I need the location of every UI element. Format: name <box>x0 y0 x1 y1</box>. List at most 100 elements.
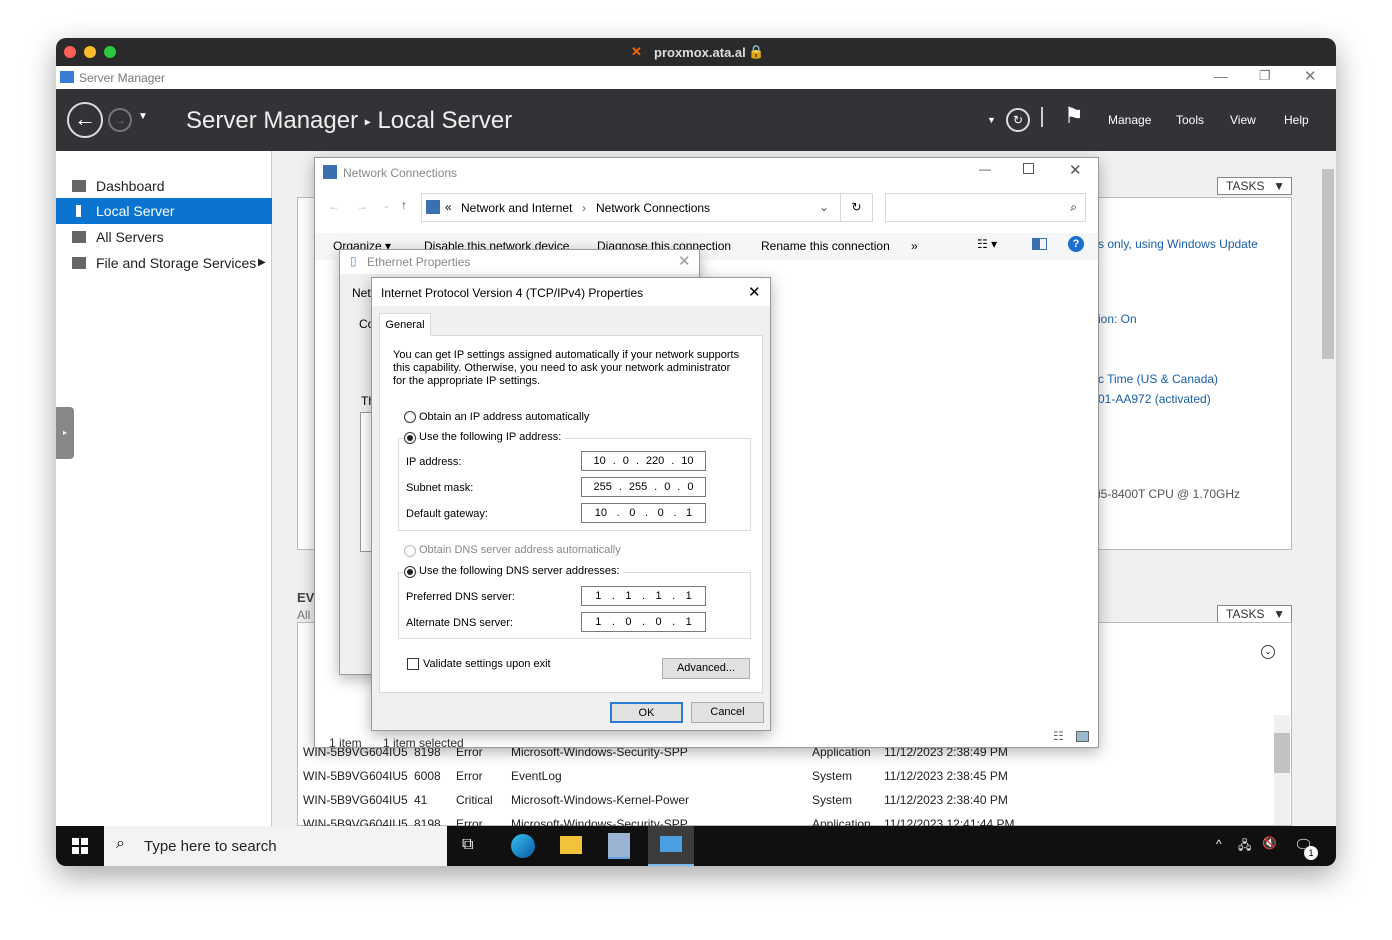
minimize-button[interactable]: — <box>979 162 991 176</box>
ip-octet[interactable]: 10 <box>681 455 693 467</box>
timezone-link[interactable]: c Time (US & Canada) <box>1098 372 1218 386</box>
back-button[interactable]: ← <box>67 102 103 138</box>
network-connections-taskbar-icon[interactable] <box>648 826 694 866</box>
obtain-dns-label[interactable]: Obtain DNS server address automatically <box>419 544 621 556</box>
restore-button[interactable]: ❐ <box>1259 68 1271 84</box>
address-bar[interactable]: « Network and Internet › Network Connect… <box>421 193 873 222</box>
use-dns-radio[interactable] <box>404 566 416 578</box>
view-options-icon[interactable]: ☷ ▾ <box>977 237 997 251</box>
ip-octet[interactable]: 10 <box>593 455 605 467</box>
ip-octet[interactable]: 0 <box>625 616 631 628</box>
expand-icon[interactable]: ⌄ <box>1261 645 1275 659</box>
close-dot[interactable] <box>64 46 76 58</box>
breadcrumb-root[interactable]: Server Manager <box>186 107 358 134</box>
ip-octet[interactable]: 0 <box>687 481 693 493</box>
subnet-mask-field[interactable]: 255. 255. 0. 0 <box>581 477 706 497</box>
forward-nav[interactable]: → <box>356 199 368 213</box>
obtain-ip-label[interactable]: Obtain an IP address automatically <box>419 411 589 423</box>
ip-octet[interactable]: 1 <box>625 590 631 602</box>
details-view-icon[interactable]: ☷ <box>1053 729 1064 743</box>
file-explorer-icon[interactable] <box>560 836 582 854</box>
ip-octet[interactable]: 0 <box>629 507 635 519</box>
search-box[interactable]: ⌕ Type here to search <box>104 826 447 866</box>
maximize-button[interactable] <box>1023 163 1034 174</box>
ip-address-field[interactable]: 10. 0. 220. 10 <box>581 451 706 471</box>
notifications-flag-icon[interactable]: ⚑ <box>1064 103 1084 129</box>
close-button[interactable]: ✕ <box>1304 67 1317 85</box>
minimize-button[interactable]: — <box>1214 68 1228 84</box>
sidebar-toggle-handle[interactable]: ▸ <box>56 407 74 459</box>
back-nav[interactable]: ← <box>328 199 340 213</box>
ip-octet[interactable]: 0 <box>623 455 629 467</box>
events-tasks-button[interactable]: TASKS ▼ <box>1217 605 1292 623</box>
event-row[interactable]: WIN-5B9VG604IU5 41 Critical Microsoft-Windo… <box>303 793 1273 811</box>
obtain-ip-radio[interactable] <box>404 411 416 423</box>
ip-octet[interactable]: 255 <box>629 481 647 493</box>
alternate-dns-field[interactable]: 1. 0. 0. 1 <box>581 612 706 632</box>
use-dns-label[interactable]: Use the following DNS server addresses: <box>419 565 623 577</box>
ip-octet[interactable]: 0 <box>664 481 670 493</box>
tiles-view-icon[interactable] <box>1076 731 1089 742</box>
preview-pane-icon[interactable] <box>1032 238 1047 250</box>
start-button[interactable] <box>72 838 88 854</box>
ip-octet[interactable]: 1 <box>655 590 661 602</box>
ip-octet[interactable]: 1 <box>686 507 692 519</box>
show-hidden-icons[interactable]: ^ <box>1216 837 1222 851</box>
menu-help[interactable]: Help <box>1284 113 1309 127</box>
use-ip-radio[interactable] <box>404 432 416 444</box>
recent-dropdown[interactable]: ⌄ <box>383 201 390 210</box>
ok-button[interactable]: OK <box>610 702 683 723</box>
ip-octet[interactable]: 10 <box>595 507 607 519</box>
refresh-icon[interactable]: ↻ <box>1006 108 1030 132</box>
menu-view[interactable]: View <box>1230 113 1256 127</box>
default-gateway-field[interactable]: 10. 0. 0. 1 <box>581 503 706 523</box>
ip-octet[interactable]: 1 <box>595 590 601 602</box>
ip-octet[interactable]: 0 <box>655 616 661 628</box>
tab-general[interactable]: General <box>379 313 431 336</box>
obtain-dns-radio[interactable] <box>404 545 416 557</box>
windows-update-link[interactable]: s only, using Windows Update <box>1098 237 1258 251</box>
up-nav[interactable]: ↑ <box>401 198 407 212</box>
validate-label[interactable]: Validate settings upon exit <box>423 658 551 670</box>
close-button[interactable]: ✕ <box>678 252 691 270</box>
zoom-dot[interactable] <box>104 46 116 58</box>
ip-octet[interactable]: 0 <box>658 507 664 519</box>
sidebar-item-dashboard[interactable]: Dashboard <box>56 173 272 199</box>
ip-octet[interactable]: 255 <box>593 481 611 493</box>
more-commands[interactable]: » <box>911 239 918 253</box>
sidebar-item-all-servers[interactable]: All Servers <box>56 224 272 250</box>
forward-button[interactable]: → <box>108 108 132 132</box>
help-icon[interactable]: ? <box>1068 236 1084 252</box>
path-network-connections[interactable]: Network Connections <box>596 201 710 215</box>
main-scrollbar[interactable] <box>1320 151 1336 826</box>
search-field[interactable]: ⌕ <box>885 193 1086 222</box>
close-button[interactable]: ✕ <box>748 283 761 301</box>
rename-button[interactable]: Rename this connection <box>761 239 890 253</box>
edge-icon[interactable] <box>511 834 535 858</box>
refresh-button[interactable]: ↻ <box>840 193 872 222</box>
ip-octet[interactable]: 1 <box>686 616 692 628</box>
ip-octet[interactable]: 1 <box>686 590 692 602</box>
volume-muted-icon[interactable]: 🔇 <box>1262 836 1277 850</box>
path-network-internet[interactable]: Network and Internet <box>461 201 572 215</box>
validate-checkbox[interactable] <box>407 658 419 670</box>
protection-link[interactable]: ion: On <box>1098 312 1137 326</box>
history-dropdown[interactable]: ▼ <box>138 111 148 122</box>
ip-octet[interactable]: 1 <box>595 616 601 628</box>
ip-octet[interactable]: 220 <box>646 455 664 467</box>
task-view-icon[interactable]: ⧉ <box>462 836 473 854</box>
address-dropdown[interactable]: ⌄ <box>819 200 829 214</box>
event-row[interactable]: WIN-5B9VG604IU5 6008 Error EventLog System 11… <box>303 769 1273 787</box>
sidebar-item-file-storage[interactable]: File and Storage Services ▶ <box>56 250 272 276</box>
product-id-link[interactable]: 01-AA972 (activated) <box>1098 392 1211 406</box>
menu-tools[interactable]: Tools <box>1176 113 1204 127</box>
sidebar-item-local-server[interactable]: Local Server <box>56 198 272 224</box>
preferred-dns-field[interactable]: 1. 1. 1. 1 <box>581 586 706 606</box>
cancel-button[interactable]: Cancel <box>691 702 764 723</box>
server-manager-taskbar-icon[interactable] <box>608 833 630 859</box>
network-tray-icon[interactable]: 🖧 <box>1238 836 1251 857</box>
close-button[interactable]: ✕ <box>1069 161 1082 179</box>
minimize-dot[interactable] <box>84 46 96 58</box>
advanced-button[interactable]: Advanced... <box>662 658 750 679</box>
use-ip-label[interactable]: Use the following IP address: <box>419 431 565 443</box>
